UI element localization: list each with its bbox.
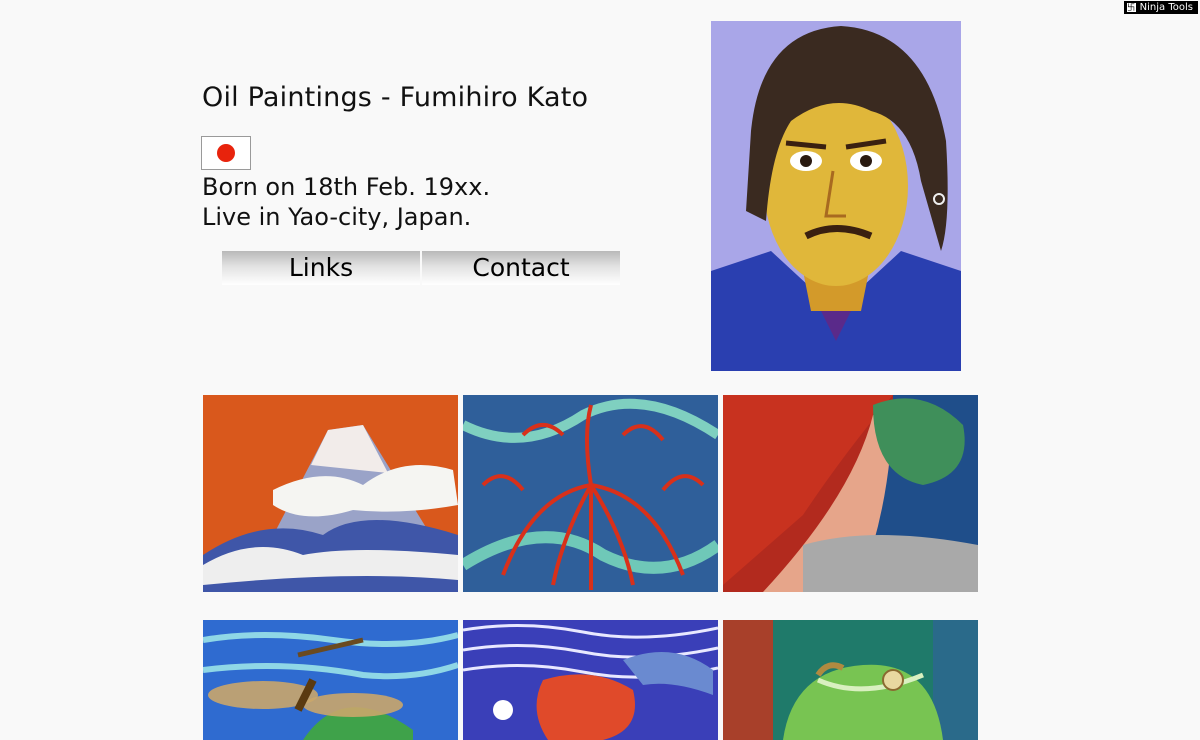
nav-menu: Links Contact [222,251,620,285]
bio: Born on 18th Feb. 19xx. Live in Yao-city… [202,172,490,232]
painting-spider-lily[interactable] [463,395,718,592]
contact-button[interactable]: Contact [422,251,620,285]
bio-residence: Live in Yao-city, Japan. [202,203,472,231]
links-button[interactable]: Links [222,251,420,285]
ninja-logo-icon: 卐 [1126,3,1136,12]
artist-portrait[interactable] [711,21,961,371]
bio-birth: Born on 18th Feb. 19xx. [202,173,491,201]
painting-red-forest[interactable] [723,395,978,592]
painting-goldfish[interactable] [463,620,718,740]
ninja-tools-label: Ninja Tools [1139,2,1193,13]
painting-dragonfly[interactable] [203,620,458,740]
japan-flag-icon [201,136,251,170]
ninja-tools-badge[interactable]: 卐 Ninja Tools [1123,1,1198,14]
page-title: Oil Paintings - Fumihiro Kato [202,82,589,113]
painting-mount-fuji[interactable] [203,395,458,592]
painting-cabbage[interactable] [723,620,978,740]
